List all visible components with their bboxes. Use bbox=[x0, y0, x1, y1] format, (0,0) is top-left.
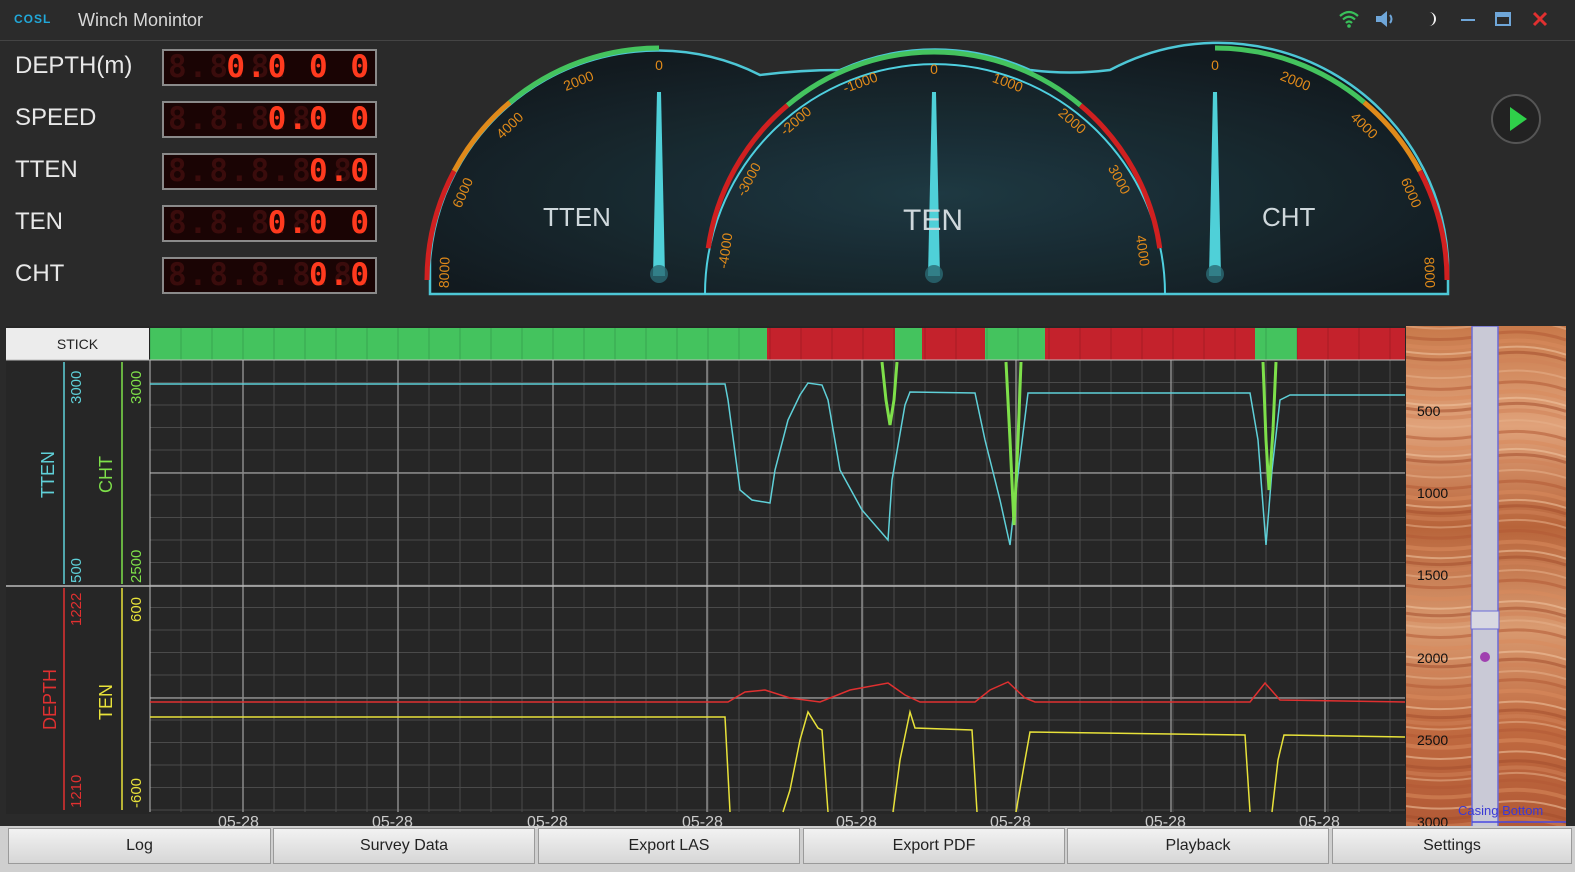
ten-axis-label: TEN bbox=[96, 684, 116, 720]
well-depth-label: 1500 bbox=[1417, 567, 1449, 583]
playback-button[interactable]: Playback bbox=[1067, 828, 1329, 864]
well-depth-label: 1000 bbox=[1417, 485, 1449, 501]
stick-bar-alarm bbox=[922, 328, 985, 360]
cht-axis-max: 3000 bbox=[128, 370, 145, 404]
ten-curve bbox=[782, 710, 829, 813]
well-depth-label: 500 bbox=[1417, 403, 1441, 419]
settings-button[interactable]: Settings bbox=[1332, 828, 1572, 864]
depth-curve bbox=[150, 681, 1406, 703]
tten-axis-max: 3000 bbox=[68, 370, 85, 404]
stick-bar-alarm bbox=[1297, 328, 1405, 360]
tten-curve bbox=[150, 382, 1405, 546]
ten-curve bbox=[1271, 734, 1406, 813]
cht-axis-min: 2500 bbox=[128, 549, 145, 583]
depth-axis-min: 1210 bbox=[68, 774, 85, 808]
winch-monitor-window: COSL Winch Monintor DEPTH(m) 8.8.8. 0.0 … bbox=[0, 0, 1575, 872]
depth-axis-label: DEPTH bbox=[40, 668, 60, 730]
ten-curve bbox=[892, 709, 978, 813]
export-las-button[interactable]: Export LAS bbox=[538, 828, 800, 864]
export-pdf-button[interactable]: Export PDF bbox=[803, 828, 1065, 864]
cht-curve bbox=[1261, 361, 1278, 491]
cht-curve bbox=[1004, 361, 1023, 526]
ten-curve bbox=[1015, 731, 1251, 813]
well-depth-label: 2500 bbox=[1417, 732, 1449, 748]
survey-data-button[interactable]: Survey Data bbox=[273, 828, 535, 864]
play-icon bbox=[1510, 107, 1527, 131]
cht-axis-label: CHT bbox=[96, 456, 116, 493]
tten-axis-label: TTEN bbox=[38, 451, 58, 498]
log-chart bbox=[6, 328, 1406, 813]
cht-gauge-tick: 8000 bbox=[1421, 257, 1438, 289]
stick-bar-alarm bbox=[1045, 328, 1255, 360]
depth-axis-max: 1222 bbox=[68, 592, 85, 626]
tten-axis-min: 500 bbox=[68, 557, 85, 583]
log-button[interactable]: Log bbox=[8, 828, 271, 864]
ten-axis-max: 600 bbox=[128, 596, 145, 622]
stick-bar-alarm bbox=[767, 328, 895, 360]
ten-axis-min: -600 bbox=[128, 777, 145, 808]
well-depth-label: 2000 bbox=[1417, 650, 1449, 666]
casing-bottom-label: Casing Bottom bbox=[1458, 803, 1544, 818]
play-button[interactable] bbox=[1491, 94, 1541, 144]
cht-curve bbox=[880, 361, 899, 426]
